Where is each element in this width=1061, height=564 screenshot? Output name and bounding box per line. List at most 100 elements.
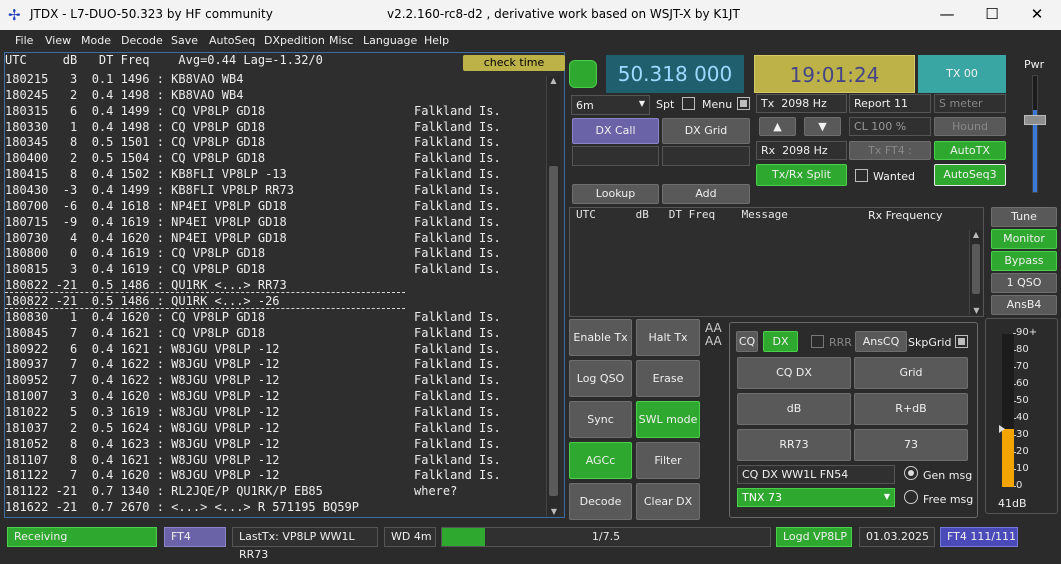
rx-pane-scrollbar[interactable]: ▲ ▼ [969,230,982,315]
dx-grid-input[interactable] [662,146,750,166]
scroll-down-icon[interactable]: ▼ [547,507,561,516]
maximize-icon[interactable]: ☐ [977,3,1007,27]
monitor-button[interactable]: Monitor [991,229,1057,249]
swl-mode-button[interactable]: SWL mode [636,401,700,438]
menu-mode[interactable]: Mode [81,34,111,47]
decode-row[interactable]: 181122 7 0.4 1620 : W8JGU VP8LP -12 Falkl… [5,468,545,484]
decode-row[interactable]: 180822 -21 0.5 1486 : QU1RK <...> -26 [5,294,545,310]
decode-row[interactable]: 180822 -21 0.5 1486 : QU1RK <...> RR73 [5,278,545,294]
free-msg-radio[interactable] [904,490,918,504]
73-button[interactable]: 73 [854,429,968,461]
free-msg-combo[interactable]: TNX 73 ▼ [737,488,895,507]
decode-list[interactable]: 180215 3 0.1 1496 : KB8VAO WB4 180245 2 0… [5,72,545,516]
filter-button[interactable]: Filter [636,442,700,479]
gen-msg-input[interactable]: CQ DX WW1L FN54 [737,465,895,484]
menu-view[interactable]: View [45,34,71,47]
skpgrid-checkbox[interactable] [955,335,968,348]
decode-row[interactable]: 180430 -3 0.4 1499 : KB8FLI VP8LP RR73 Fa… [5,183,545,199]
log-qso-button[interactable]: Log QSO [569,360,632,397]
gen-msg-radio[interactable] [904,466,918,480]
menu-save[interactable]: Save [171,34,198,47]
report-spinbox[interactable]: Report 11 [849,94,931,113]
menu-file[interactable]: File [15,34,33,47]
dx-button[interactable]: DX [763,331,798,352]
sync-button[interactable]: Sync [569,401,632,438]
menu-help[interactable]: Help [424,34,449,47]
decode-row[interactable]: 180815 3 0.4 1619 : CQ VP8LP GD18 Falklan… [5,262,545,278]
dx-grid-button[interactable]: DX Grid [662,118,750,144]
decode-row[interactable]: 181052 8 0.4 1623 : W8JGU VP8LP -12 Falkl… [5,437,545,453]
rrr-checkbox[interactable] [811,335,824,348]
decode-row[interactable]: 180800 0 0.4 1619 : CQ VP8LP GD18 Falklan… [5,246,545,262]
s-meter-field[interactable]: S meter [934,94,1006,113]
scroll-thumb[interactable] [549,166,558,496]
rr73-button[interactable]: RR73 [737,429,851,461]
agcc-button[interactable]: AGCc [569,442,632,479]
wanted-checkbox[interactable] [855,169,868,182]
rx-scroll-down-icon[interactable]: ▼ [970,306,983,315]
close-icon[interactable]: ✕ [1022,3,1052,27]
decode-row[interactable]: 181107 8 0.4 1621 : W8JGU VP8LP -12 Falkl… [5,453,545,469]
down-arrow-icon[interactable]: ▼ [804,117,841,136]
decode-row[interactable]: 180937 7 0.4 1622 : W8JGU VP8LP -12 Falkl… [5,357,545,373]
decode-row[interactable]: 180415 8 0.4 1502 : KB8FLI VP8LP -13 Falk… [5,167,545,183]
cq-button[interactable]: CQ [736,331,758,352]
cq-dx-button[interactable]: CQ DX [737,357,851,389]
bypass-button[interactable]: Bypass [991,251,1057,271]
rx-scroll-up-icon[interactable]: ▲ [970,230,982,239]
autotx-button[interactable]: AutoTX [934,141,1006,160]
add-button[interactable]: Add [662,184,750,204]
rx-freq-field[interactable]: Rx 2098 Hz [756,141,847,160]
check-time-button[interactable]: check time [463,55,565,71]
clear-dx-button[interactable]: Clear DX [636,483,700,520]
cl-field[interactable]: CL 100 % [849,117,931,136]
decode-scrollbar[interactable]: ▲ ▼ [546,76,560,516]
decode-row[interactable]: 181122 -21 0.7 1340 : RL2JQE/P QU1RK/P E… [5,484,545,500]
decode-row[interactable]: 180215 3 0.1 1496 : KB8VAO WB4 [5,72,545,88]
decode-row[interactable]: 180922 6 0.4 1621 : W8JGU VP8LP -12 Falkl… [5,342,545,358]
anscq-button[interactable]: AnsCQ [855,331,907,352]
scroll-up-icon[interactable]: ▲ [547,76,560,90]
tune-button[interactable]: Tune [991,207,1057,227]
menu-autoseq[interactable]: AutoSeq [209,34,255,47]
menu-decode[interactable]: Decode [121,34,163,47]
grid-button[interactable]: Grid [854,357,968,389]
decode-row[interactable]: 180700 -6 0.4 1618 : NP4EI VP8LP GD18 Fal… [5,199,545,215]
menu-misc[interactable]: Misc [329,34,353,47]
decode-row[interactable]: 180345 8 0.5 1501 : CQ VP8LP GD18 Falklan… [5,135,545,151]
decode-row[interactable]: 181007 3 0.4 1620 : W8JGU VP8LP -12 Falkl… [5,389,545,405]
menu-language[interactable]: Language [363,34,417,47]
tx-ft4-button[interactable]: Tx FT4 : [849,141,931,160]
decode-row[interactable]: 180845 7 0.4 1621 : CQ VP8LP GD18 Falklan… [5,326,545,342]
minimize-icon[interactable]: — [932,3,962,27]
r-db-button[interactable]: R+dB [854,393,968,425]
halt-tx-button[interactable]: Halt Tx [636,319,700,356]
decode-row[interactable]: 180315 6 0.4 1499 : CQ VP8LP GD18 Falklan… [5,104,545,120]
decode-row[interactable]: 180245 2 0.4 1498 : KB8VAO WB4 [5,88,545,104]
erase-button[interactable]: Erase [636,360,700,397]
decode-button[interactable]: Decode [569,483,632,520]
decode-row[interactable]: 180400 2 0.5 1504 : CQ VP8LP GD18 Falklan… [5,151,545,167]
decode-row[interactable]: 181022 5 0.3 1619 : W8JGU VP8LP -12 Falkl… [5,405,545,421]
lookup-button[interactable]: Lookup [572,184,659,204]
decode-row[interactable]: 180730 4 0.4 1620 : NP4EI VP8LP GD18 Falk… [5,231,545,247]
hound-button[interactable]: Hound [934,117,1006,136]
decode-row[interactable]: 180715 -9 0.4 1619 : NP4EI VP8LP GD18 Fal… [5,215,545,231]
ansb4-button[interactable]: AnsB4 [991,295,1057,315]
db-button[interactable]: dB [737,393,851,425]
decode-row[interactable]: 181037 2 0.5 1624 : W8JGU VP8LP -12 Falkl… [5,421,545,437]
decode-row[interactable]: 180830 1 0.4 1620 : CQ VP8LP GD18 Falklan… [5,310,545,326]
decode-row[interactable]: 180330 1 0.4 1498 : CQ VP8LP GD18 Falklan… [5,120,545,136]
pwr-slider-handle[interactable] [1024,115,1046,125]
tx-status-button[interactable]: TX 00 [918,55,1006,93]
spt-checkbox[interactable] [682,97,695,110]
decode-row[interactable]: 181622 -21 0.7 2670 : <...> <...> R 5711… [5,500,545,516]
menu-dxpedition[interactable]: DXpedition [264,34,325,47]
enable-tx-button[interactable]: Enable Tx [569,319,632,356]
menu-checkbox[interactable] [737,97,750,110]
rx-scroll-thumb[interactable] [972,244,980,294]
one-qso-button[interactable]: 1 QSO [991,273,1057,293]
up-arrow-icon[interactable]: ▲ [759,117,796,136]
dx-call-input[interactable] [572,146,659,166]
tx-freq-field[interactable]: Tx 2098 Hz [756,94,847,113]
